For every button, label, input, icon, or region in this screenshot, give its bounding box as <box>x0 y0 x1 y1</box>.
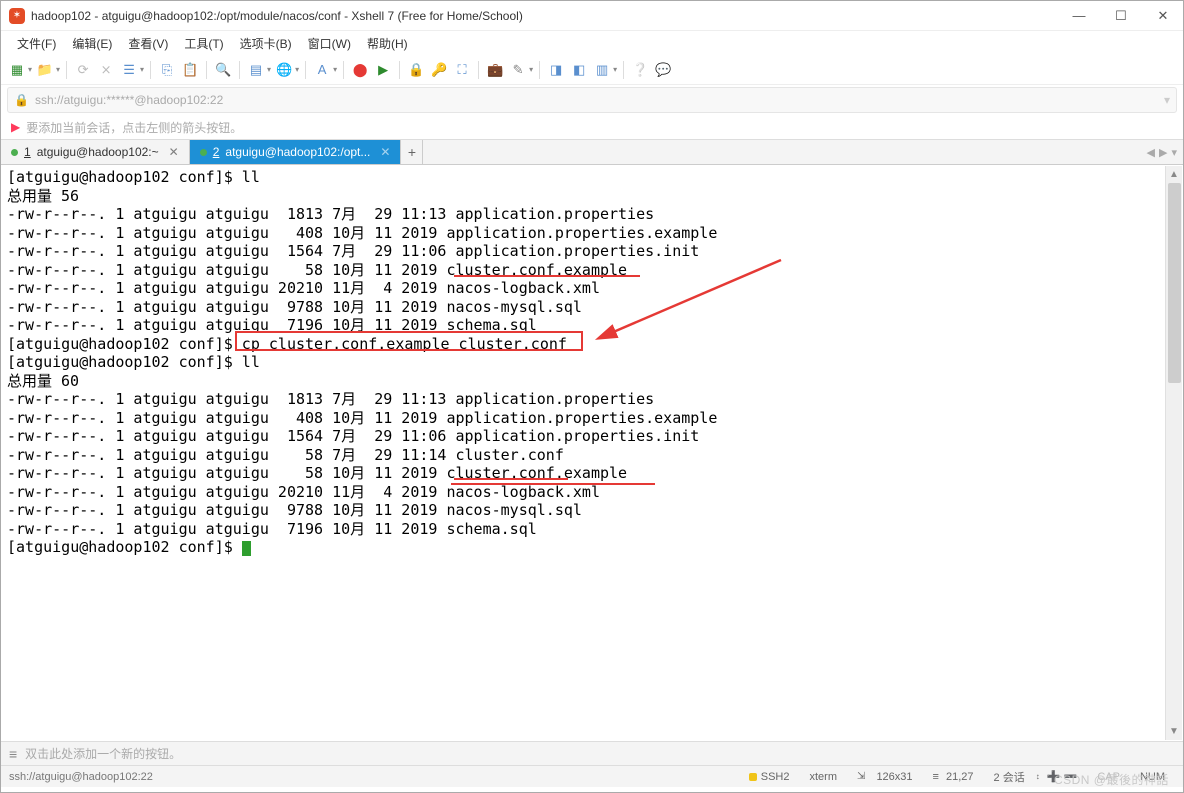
hint-text: 要添加当前会话，点击左侧的箭头按钮。 <box>26 119 242 136</box>
scroll-up-icon[interactable]: ▲ <box>1166 166 1182 183</box>
lock-icon-tb[interactable]: 🔒 <box>406 60 426 80</box>
reconnect-icon[interactable]: ⟳ <box>73 60 93 80</box>
menu-icon[interactable]: ≡ <box>9 746 17 762</box>
tile-icon[interactable]: ▤ <box>246 60 266 80</box>
toolbar: ▦▾ 📁▾ ⟳ ⨯ ☰▾ ⎘ 📋 🔍 ▤▾ 🌐▾ A▾ ⬤ ▶ 🔒 🔑 ⛶ 💼 … <box>1 55 1183 85</box>
pencil-icon[interactable]: ✎ <box>508 60 528 80</box>
menubar: 文件(F) 编辑(E) 查看(V) 工具(T) 选项卡(B) 窗口(W) 帮助(… <box>1 31 1183 55</box>
globe-icon[interactable]: 🌐 <box>274 60 294 80</box>
menu-tabs[interactable]: 选项卡(B) <box>232 33 300 54</box>
status-size: ⇲ 126x31 <box>847 771 923 783</box>
maximize-button[interactable]: ☐ <box>1109 8 1133 24</box>
menu-file[interactable]: 文件(F) <box>9 33 64 54</box>
quick-button-hint[interactable]: 双击此处添加一个新的按钮。 <box>25 745 181 762</box>
status-term: xterm <box>799 771 847 783</box>
menu-edit[interactable]: 编辑(E) <box>64 33 120 54</box>
menu-window[interactable]: 窗口(W) <box>300 33 359 54</box>
terminal-panel: [atguigu@hadoop102 conf]$ ll 总用量 56 -rw-… <box>1 165 1183 741</box>
window-split-icon[interactable]: ▥ <box>592 60 612 80</box>
status-bar: ssh://atguigu@hadoop102:22 SSH2 xterm ⇲ … <box>1 765 1183 787</box>
paste-icon[interactable]: 📋 <box>180 60 200 80</box>
titlebar: ✶ hadoop102 - atguigu@hadoop102:/opt/mod… <box>1 1 1183 31</box>
properties-icon[interactable]: ☰ <box>119 60 139 80</box>
tab-close-icon[interactable]: ✕ <box>380 145 390 159</box>
tab-close-icon[interactable]: ✕ <box>169 145 179 159</box>
window-right-icon[interactable]: ◧ <box>569 60 589 80</box>
scroll-thumb[interactable] <box>1168 183 1181 383</box>
minimize-button[interactable]: — <box>1067 8 1091 23</box>
address-dropdown-icon[interactable]: ▾ <box>1164 93 1170 107</box>
tab-1[interactable]: 1 atguigu@hadoop102:~ ✕ <box>1 140 190 164</box>
font-icon[interactable]: A <box>312 60 332 80</box>
key-icon[interactable]: 🔑 <box>429 60 449 80</box>
tab-add-button[interactable]: + <box>401 140 423 164</box>
bubble-icon[interactable]: 💬 <box>653 60 673 80</box>
window-title: hadoop102 - atguigu@hadoop102:/opt/modul… <box>31 9 1067 23</box>
window-controls: — ☐ ✕ <box>1067 8 1175 24</box>
ssh-dot-icon <box>749 773 757 781</box>
watermark: CSDN @最後的神話 <box>1054 771 1169 788</box>
new-session-icon[interactable]: ▦ <box>7 60 27 80</box>
open-folder-icon[interactable]: 📁 <box>35 60 55 80</box>
lock-icon: 🔒 <box>14 93 29 107</box>
window-left-icon[interactable]: ◨ <box>546 60 566 80</box>
address-text: ssh://atguigu:******@hadoop102:22 <box>35 93 223 107</box>
copy-icon[interactable]: ⎘ <box>157 60 177 80</box>
tab-menu-icon[interactable]: ▾ <box>1171 146 1177 159</box>
status-dot-icon <box>11 149 18 156</box>
status-ssh: SSH2 <box>739 771 800 783</box>
disconnect-icon[interactable]: ⨯ <box>96 60 116 80</box>
record-icon[interactable]: ⬤ <box>350 60 370 80</box>
tab-nav: ◀ ▶ ▾ <box>1147 140 1177 164</box>
fullscreen-icon[interactable]: ⛶ <box>452 60 472 80</box>
status-pos: ≡ 21,27 <box>923 771 984 783</box>
status-dot-icon <box>200 149 207 156</box>
scrollbar[interactable]: ▲ ▼ <box>1165 166 1182 740</box>
address-bar[interactable]: 🔒 ssh://atguigu:******@hadoop102:22 ▾ <box>7 87 1177 113</box>
terminal[interactable]: [atguigu@hadoop102 conf]$ ll 总用量 56 -rw-… <box>1 165 1183 741</box>
search-icon[interactable]: 🔍 <box>213 60 233 80</box>
session-tabs: 1 atguigu@hadoop102:~ ✕ 2 atguigu@hadoop… <box>1 139 1183 165</box>
flag-icon: ▶ <box>11 120 20 134</box>
play-icon[interactable]: ▶ <box>373 60 393 80</box>
hint-bar: ▶ 要添加当前会话，点击左侧的箭头按钮。 <box>1 115 1183 139</box>
close-button[interactable]: ✕ <box>1151 8 1175 24</box>
tab-2-active[interactable]: 2 atguigu@hadoop102:/opt... ✕ <box>190 140 402 164</box>
menu-view[interactable]: 查看(V) <box>120 33 176 54</box>
tab-next-icon[interactable]: ▶ <box>1159 146 1167 159</box>
annotation-arrow-icon <box>581 255 791 345</box>
menu-help[interactable]: 帮助(H) <box>359 33 416 54</box>
quick-button-bar: ≡ 双击此处添加一个新的按钮。 <box>1 741 1183 765</box>
briefcase-icon[interactable]: 💼 <box>485 60 505 80</box>
status-address: ssh://atguigu@hadoop102:22 <box>9 771 739 783</box>
tab-prev-icon[interactable]: ◀ <box>1147 146 1155 159</box>
scroll-down-icon[interactable]: ▼ <box>1166 723 1182 740</box>
menu-tools[interactable]: 工具(T) <box>176 33 231 54</box>
help-icon[interactable]: ❔ <box>630 60 650 80</box>
app-icon: ✶ <box>9 8 25 24</box>
